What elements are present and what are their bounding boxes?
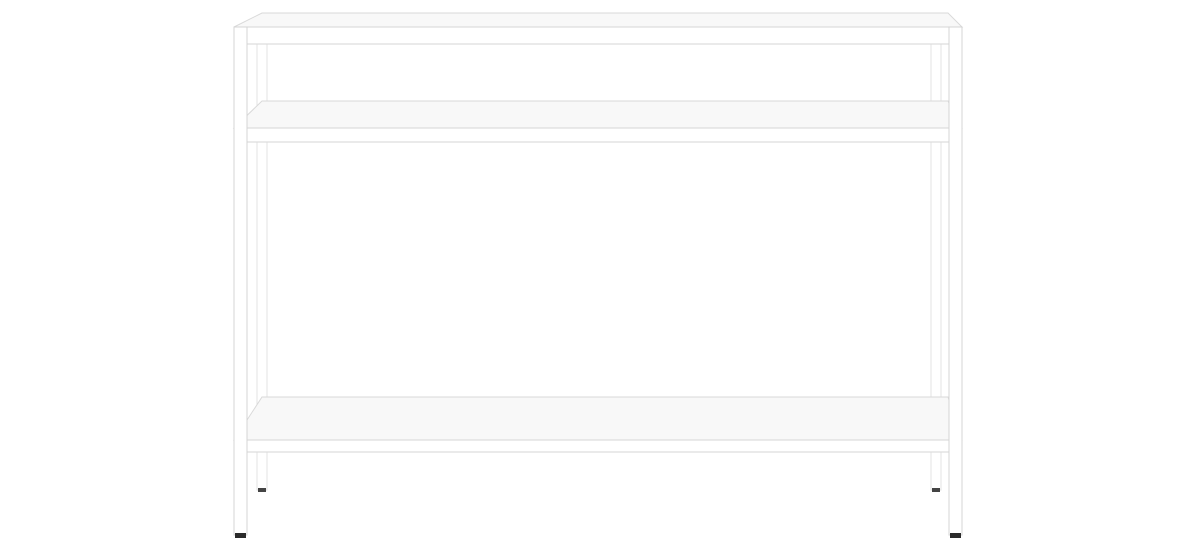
middle-shelf xyxy=(232,100,963,143)
rear-right-foot xyxy=(932,488,940,492)
middle-shelf-surface xyxy=(232,100,963,129)
bottom-shelf xyxy=(233,396,963,453)
top-shelf-surface xyxy=(233,12,964,28)
middle-shelf-rail xyxy=(233,127,963,143)
top-shelf-rail xyxy=(233,26,963,45)
front-right-leg xyxy=(948,26,963,536)
product-image-stage xyxy=(0,0,1200,551)
bottom-shelf-rail xyxy=(233,439,963,453)
front-left-foot xyxy=(235,533,246,538)
front-right-foot xyxy=(950,533,961,538)
top-shelf xyxy=(233,12,964,45)
front-left-leg xyxy=(233,26,248,536)
rear-left-foot xyxy=(258,488,266,492)
console-table-illustration xyxy=(232,12,964,538)
leg-feet xyxy=(235,488,961,538)
bottom-shelf-surface xyxy=(233,396,963,441)
